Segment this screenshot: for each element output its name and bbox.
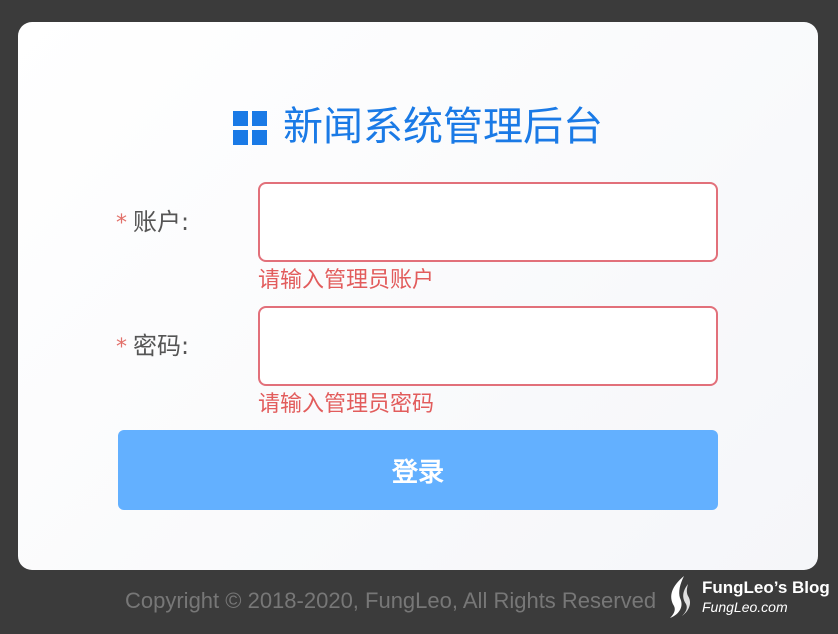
required-mark: * xyxy=(116,335,127,360)
password-error-message: 请输入管理员密码 xyxy=(258,392,435,417)
grid-icon xyxy=(233,111,267,145)
page-title: 新闻系统管理后台 xyxy=(18,102,818,152)
account-error-message: 请输入管理员账户 xyxy=(258,268,435,293)
copyright-text: Copyright © 2018-2020, FungLeo, All Righ… xyxy=(125,588,657,613)
blog-watermark: FungLeo’s Blog FungLeo.com xyxy=(664,574,830,620)
flame-logo-icon xyxy=(670,576,690,618)
password-row: * 密码: 请输入管理员密码 xyxy=(18,306,818,417)
password-label: * 密码: xyxy=(116,330,189,364)
account-input[interactable] xyxy=(258,182,718,262)
watermark-subtitle: FungLeo.com xyxy=(702,599,788,615)
login-button[interactable]: 登录 xyxy=(118,430,718,510)
account-label-text: 账户: xyxy=(133,208,190,236)
page-title-text: 新闻系统管理后台 xyxy=(283,104,603,150)
required-mark: * xyxy=(116,211,127,236)
account-row: * 账户: 请输入管理员账户 xyxy=(18,182,818,293)
password-input[interactable] xyxy=(258,306,718,386)
watermark-title: FungLeo’s Blog xyxy=(702,578,830,597)
password-label-text: 密码: xyxy=(133,332,190,360)
account-label: * 账户: xyxy=(116,206,189,240)
login-card: 新闻系统管理后台 * 账户: 请输入管理员账户 * 密码: 请输入管理员密码 登录 xyxy=(18,22,818,570)
